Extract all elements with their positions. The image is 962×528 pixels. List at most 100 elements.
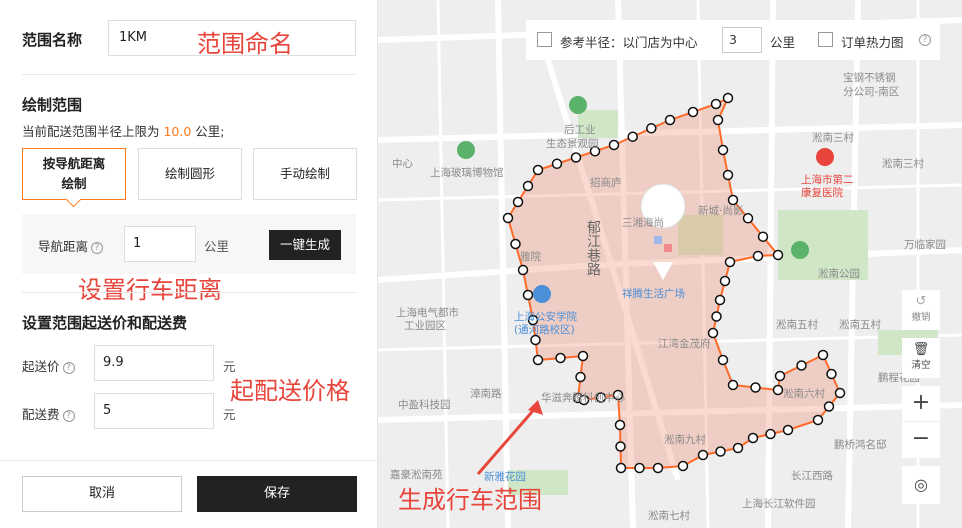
range-vertex[interactable] bbox=[796, 360, 807, 371]
divider bbox=[22, 74, 356, 75]
range-vertex[interactable] bbox=[717, 354, 729, 366]
hospital-poi-icon bbox=[816, 148, 834, 166]
range-vertex[interactable] bbox=[517, 264, 529, 276]
map-road-label: 郁江巷路 bbox=[585, 220, 601, 276]
range-vertex[interactable] bbox=[710, 98, 722, 110]
hint-suffix: 公里; bbox=[191, 124, 225, 139]
heatmap-checkbox[interactable] bbox=[818, 32, 833, 47]
range-vertex[interactable] bbox=[697, 449, 709, 461]
annotation-distance: 设置行车距离 bbox=[78, 276, 222, 304]
range-name-row: 范围名称 1KM bbox=[22, 20, 356, 58]
map-label: 华滋奔腾科创中心 bbox=[541, 392, 625, 404]
range-vertex[interactable] bbox=[714, 294, 726, 306]
map-label: 淞南五村 bbox=[776, 319, 818, 331]
range-vertex[interactable] bbox=[724, 256, 736, 268]
range-vertex[interactable] bbox=[512, 196, 524, 208]
save-button[interactable]: 保存 bbox=[197, 476, 357, 512]
ref-radius-unit: 公里 bbox=[770, 35, 796, 50]
range-vertex[interactable] bbox=[782, 424, 794, 436]
fee-settings-title: 设置范围起送价和配送费 bbox=[22, 314, 188, 332]
zoom-control: + − bbox=[902, 386, 940, 458]
range-vertex[interactable] bbox=[575, 371, 586, 383]
locate-button[interactable]: ◎ bbox=[902, 466, 940, 504]
ref-radius-checkbox[interactable] bbox=[537, 32, 552, 47]
zoom-in-button[interactable]: + bbox=[902, 386, 940, 422]
help-icon[interactable]: ? bbox=[62, 410, 75, 422]
clear-button[interactable]: 🗑 清空 bbox=[902, 338, 940, 378]
mode-label-line2: 绘制 bbox=[61, 176, 87, 191]
map-canvas[interactable]: 宝钢不锈钢 分公司-南区 后工业 生态景观园 上海玻璃博物馆 淞南三村 淞南三村… bbox=[378, 0, 962, 528]
range-vertex[interactable] bbox=[717, 144, 729, 156]
range-vertex[interactable] bbox=[742, 213, 754, 224]
range-vertex[interactable] bbox=[732, 442, 744, 454]
range-vertex[interactable] bbox=[615, 441, 626, 452]
undo-button[interactable]: ↺ 撤销 bbox=[902, 290, 940, 330]
range-vertex[interactable] bbox=[719, 275, 731, 287]
help-icon[interactable]: ? bbox=[919, 34, 931, 46]
range-vertex[interactable] bbox=[727, 379, 739, 391]
map-label: 淞南七村 bbox=[648, 510, 690, 522]
range-vertex[interactable] bbox=[614, 419, 626, 431]
range-vertex[interactable] bbox=[577, 350, 589, 362]
range-vertex[interactable] bbox=[502, 212, 514, 224]
mode-label-line1: 按导航距离 bbox=[42, 156, 106, 171]
range-vertex[interactable] bbox=[772, 249, 784, 261]
range-vertex[interactable] bbox=[715, 446, 726, 457]
range-vertex[interactable] bbox=[711, 311, 722, 322]
range-vertex[interactable] bbox=[812, 414, 824, 426]
mode-manual-button[interactable]: 手动绘制 bbox=[253, 148, 357, 200]
range-vertex[interactable] bbox=[772, 384, 784, 396]
map-label: 淞南公园 bbox=[818, 268, 860, 280]
range-vertex[interactable] bbox=[532, 164, 544, 176]
delivery-fee-input[interactable]: 5 bbox=[94, 393, 214, 429]
panel-footer: 取消 保存 bbox=[0, 460, 378, 528]
mode-circle-button[interactable]: 绘制圆形 bbox=[138, 148, 242, 200]
store-label: 祥腾生活广场 bbox=[622, 288, 685, 300]
map-label: 淞南三村 bbox=[812, 132, 854, 144]
map-label: 中盈科技园 bbox=[398, 399, 451, 411]
range-vertex[interactable] bbox=[712, 114, 724, 126]
range-vertex[interactable] bbox=[627, 131, 638, 142]
range-vertex[interactable] bbox=[522, 289, 534, 301]
range-vertex[interactable] bbox=[615, 462, 627, 474]
range-vertex[interactable] bbox=[817, 349, 829, 361]
help-icon[interactable]: ? bbox=[91, 242, 104, 254]
range-vertex[interactable] bbox=[608, 139, 620, 151]
ref-radius-input[interactable]: 3 bbox=[722, 27, 762, 53]
map-label: 三湘海尚 bbox=[622, 217, 664, 229]
range-vertex[interactable] bbox=[765, 428, 776, 440]
delivery-fee-label-text: 配送费 bbox=[22, 407, 60, 422]
mode-nav-distance-button[interactable]: 按导航距离 绘制 bbox=[22, 148, 126, 200]
nav-distance-label: 导航距离? bbox=[38, 236, 104, 255]
range-vertex[interactable] bbox=[722, 92, 734, 104]
range-vertex[interactable] bbox=[752, 250, 764, 262]
range-vertex[interactable] bbox=[646, 123, 657, 134]
range-vertex[interactable] bbox=[774, 370, 786, 382]
range-vertex[interactable] bbox=[551, 158, 563, 170]
range-vertex[interactable] bbox=[555, 352, 566, 364]
min-price-input[interactable]: 9.9 bbox=[94, 345, 214, 381]
range-vertex[interactable] bbox=[522, 180, 534, 192]
cancel-button[interactable]: 取消 bbox=[22, 476, 182, 512]
range-vertex[interactable] bbox=[687, 106, 699, 118]
range-vertex[interactable] bbox=[652, 462, 664, 474]
range-vertex[interactable] bbox=[510, 238, 521, 250]
range-vertex[interactable] bbox=[677, 460, 689, 472]
range-vertex[interactable] bbox=[826, 368, 837, 380]
zoom-out-button[interactable]: − bbox=[902, 422, 940, 458]
range-vertex[interactable] bbox=[750, 382, 761, 393]
range-vertex[interactable] bbox=[532, 354, 544, 366]
range-vertex[interactable] bbox=[722, 169, 734, 181]
range-vertex[interactable] bbox=[747, 432, 759, 444]
nav-distance-input[interactable]: 1 bbox=[124, 226, 196, 262]
range-vertex[interactable] bbox=[757, 231, 769, 242]
range-vertex[interactable] bbox=[664, 114, 676, 126]
range-vertex[interactable] bbox=[834, 387, 846, 399]
map-label: 漳南路 bbox=[470, 388, 502, 400]
map-label: 新城·尚影 bbox=[698, 205, 744, 217]
generate-button[interactable]: 一键生成 bbox=[269, 230, 341, 260]
range-vertex[interactable] bbox=[634, 462, 645, 474]
range-vertex[interactable] bbox=[823, 401, 835, 412]
help-icon[interactable]: ? bbox=[62, 362, 75, 374]
range-vertex[interactable] bbox=[570, 152, 582, 163]
